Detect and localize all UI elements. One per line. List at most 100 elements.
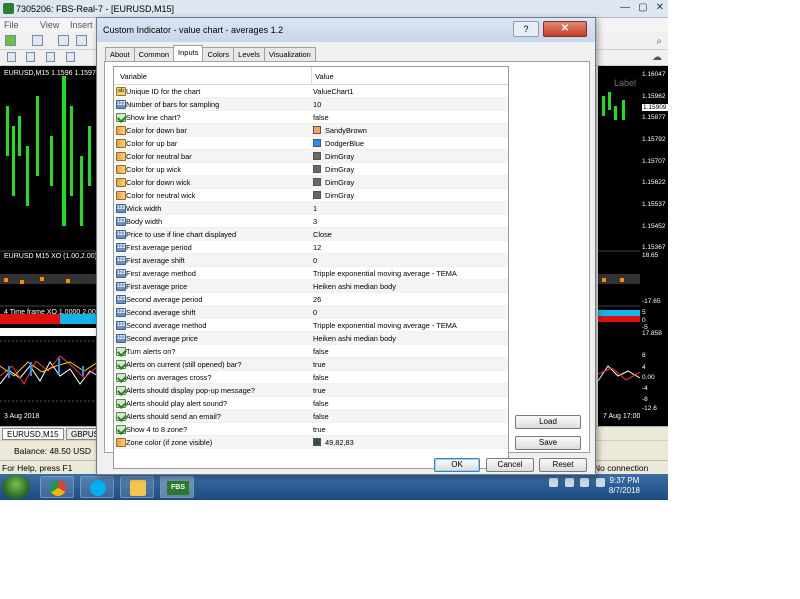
input-value[interactable]: 0 xyxy=(313,308,317,317)
tray-skype-icon[interactable] xyxy=(549,478,558,487)
taskbar-fbs[interactable]: FBS xyxy=(160,476,194,498)
input-row[interactable]: 123 Number of bars for sampling 10 xyxy=(114,98,508,111)
tab-visualization[interactable]: Visualization xyxy=(263,47,316,61)
start-button[interactable] xyxy=(2,475,30,499)
cancel-button[interactable]: Cancel xyxy=(486,458,534,472)
input-row[interactable]: 123 Second average method Tripple exponent… xyxy=(114,319,508,332)
input-row[interactable]: Color for down wick DimGray xyxy=(114,176,508,189)
tray-flag-icon[interactable] xyxy=(565,478,574,487)
input-value[interactable]: false xyxy=(313,347,329,356)
menu-file[interactable]: File xyxy=(4,20,19,30)
tab-levels[interactable]: Levels xyxy=(233,47,265,61)
color-swatch[interactable] xyxy=(313,178,321,186)
load-button[interactable]: Load xyxy=(515,415,581,429)
input-row[interactable]: Alerts should play alert sound? false xyxy=(114,397,508,410)
cursor-icon[interactable] xyxy=(7,52,16,62)
save-button[interactable]: Save xyxy=(515,436,581,450)
input-value[interactable]: 3 xyxy=(313,217,317,226)
input-value[interactable]: true xyxy=(313,425,326,434)
navigator-icon[interactable] xyxy=(58,35,69,46)
input-row[interactable]: 123 Body width 3 xyxy=(114,215,508,228)
tab-inputs[interactable]: Inputs xyxy=(173,45,204,61)
input-value[interactable]: 26 xyxy=(313,295,321,304)
tab-common[interactable]: Common xyxy=(133,47,175,61)
input-row[interactable]: 123 Second average price Heiken ashi media… xyxy=(114,332,508,345)
ok-button[interactable]: OK xyxy=(434,458,480,472)
input-row[interactable]: 123 First average shift 0 xyxy=(114,254,508,267)
taskbar-clock[interactable]: 9:37 PM 8/7/2018 xyxy=(609,476,640,496)
input-row[interactable]: 123 First average price Heiken ashi median… xyxy=(114,280,508,293)
input-value[interactable]: Close xyxy=(313,230,332,239)
input-value[interactable]: ValueChart1 xyxy=(313,87,354,96)
color-swatch[interactable] xyxy=(313,438,321,446)
input-value[interactable]: 0 xyxy=(313,256,317,265)
color-swatch[interactable] xyxy=(313,126,321,134)
new-order-icon[interactable] xyxy=(5,35,16,46)
input-row[interactable]: 123 Wick width 1 xyxy=(114,202,508,215)
color-swatch[interactable] xyxy=(313,152,321,160)
input-row[interactable]: Show 4 to 8 zone? true xyxy=(114,423,508,436)
column-value[interactable]: Value xyxy=(315,72,334,81)
input-value[interactable]: 1 xyxy=(313,204,317,213)
dialog-close-button[interactable]: ✕ xyxy=(543,21,587,37)
tray-network-icon[interactable] xyxy=(580,478,589,487)
chart-left-area[interactable] xyxy=(0,66,98,426)
input-row[interactable]: Alerts on averages cross? false xyxy=(114,371,508,384)
input-value[interactable]: false xyxy=(313,399,329,408)
input-row[interactable]: Alerts should send an email? false xyxy=(114,410,508,423)
input-value[interactable]: Heiken ashi median body xyxy=(313,282,396,291)
input-row[interactable]: 123 Second average period 26 xyxy=(114,293,508,306)
input-row[interactable]: ab Unique ID for the chart ValueChart1 xyxy=(114,85,508,98)
taskbar-chrome[interactable] xyxy=(40,476,74,498)
input-row[interactable]: Color for up bar DodgerBlue xyxy=(114,137,508,150)
input-row[interactable]: Color for neutral bar DimGray xyxy=(114,150,508,163)
input-value[interactable]: false xyxy=(313,412,329,421)
input-value[interactable]: Heiken ashi median body xyxy=(313,334,396,343)
taskbar-explorer[interactable] xyxy=(120,476,154,498)
input-row[interactable]: Show line chart? false xyxy=(114,111,508,124)
input-value[interactable]: DimGray xyxy=(325,165,354,174)
input-value[interactable]: true xyxy=(313,386,326,395)
minimize-icon[interactable]: — xyxy=(620,2,630,13)
reset-button[interactable]: Reset xyxy=(539,458,587,472)
input-row[interactable]: Alerts should display pop-up message? tru… xyxy=(114,384,508,397)
input-row[interactable]: 123 First average method Tripple exponenti… xyxy=(114,267,508,280)
input-row[interactable]: Color for up wick DimGray xyxy=(114,163,508,176)
color-swatch[interactable] xyxy=(313,191,321,199)
vertical-line-icon[interactable] xyxy=(46,52,55,62)
crosshair-icon[interactable] xyxy=(26,52,35,62)
tab-about[interactable]: About xyxy=(105,47,135,61)
chart-tab-eurusd[interactable]: EURUSD,M15 xyxy=(2,428,64,440)
profiles-icon[interactable] xyxy=(32,35,43,46)
taskbar-skype[interactable] xyxy=(80,476,114,498)
input-row[interactable]: Color for down bar SandyBrown xyxy=(114,124,508,137)
color-swatch[interactable] xyxy=(313,139,321,147)
input-row[interactable]: Color for neutral wick DimGray xyxy=(114,189,508,202)
input-value[interactable]: DimGray xyxy=(325,152,354,161)
input-row[interactable]: 123 Second average shift 0 xyxy=(114,306,508,319)
horizontal-line-icon[interactable] xyxy=(66,52,75,62)
input-value[interactable]: Tripple exponential moving average - TEM… xyxy=(313,269,457,278)
input-value[interactable]: true xyxy=(313,360,326,369)
color-swatch[interactable] xyxy=(313,165,321,173)
input-row[interactable]: 123 First average period 12 xyxy=(114,241,508,254)
input-value[interactable]: false xyxy=(313,113,329,122)
menu-view[interactable]: View xyxy=(40,20,59,30)
input-value[interactable]: DimGray xyxy=(325,191,354,200)
input-row[interactable]: Alerts on current (still opened) bar? tru… xyxy=(114,358,508,371)
tray-volume-icon[interactable] xyxy=(596,478,605,487)
input-value[interactable]: 12 xyxy=(313,243,321,252)
column-variable[interactable]: Variable xyxy=(120,72,147,81)
close-icon[interactable]: ✕ xyxy=(656,2,664,13)
input-value[interactable]: DimGray xyxy=(325,178,354,187)
market-watch-icon[interactable] xyxy=(76,35,87,46)
maximize-icon[interactable]: ▢ xyxy=(638,2,647,13)
input-value[interactable]: false xyxy=(313,373,329,382)
input-row[interactable]: Zone color (if zone visible) 49,82,83 xyxy=(114,436,508,449)
dialog-title-bar[interactable]: Custom Indicator - value chart - average… xyxy=(97,18,595,42)
chat-icon[interactable]: ☁ xyxy=(652,52,662,63)
input-value[interactable]: SandyBrown xyxy=(325,126,367,135)
input-row[interactable]: 123 Price to use if line chart displayed C… xyxy=(114,228,508,241)
tab-colors[interactable]: Colors xyxy=(202,47,235,61)
input-value[interactable]: 49,82,83 xyxy=(325,438,354,447)
